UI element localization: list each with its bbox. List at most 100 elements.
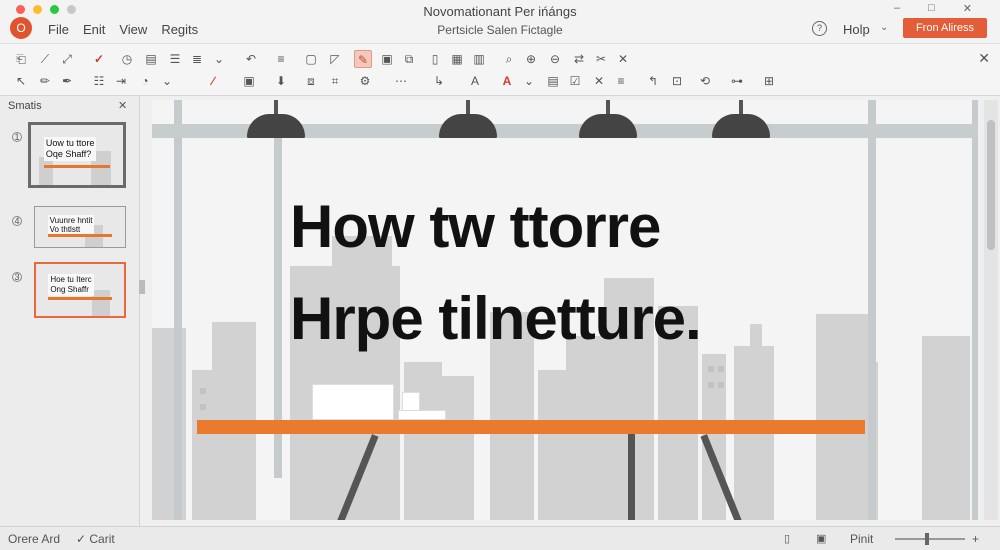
window-title: Novomationant Per ińángs (423, 4, 577, 19)
thumb-building (92, 290, 110, 316)
lamp-stem (606, 100, 610, 114)
post (174, 100, 182, 520)
minimize-button[interactable]: – (894, 2, 900, 15)
dropdown-icon[interactable]: ⌄ (210, 50, 228, 68)
list-check-icon[interactable]: ☑ (566, 72, 584, 90)
new-slide-icon[interactable]: ▢ (302, 50, 320, 68)
shapes-icon[interactable]: ◔ (136, 72, 154, 90)
maximize-button[interactable]: □ (928, 2, 935, 15)
crop-icon[interactable]: ⌗ (326, 72, 344, 90)
present-icon[interactable]: ⊞ (760, 72, 778, 90)
menu-view[interactable]: View (119, 22, 147, 37)
font-icon[interactable]: A (466, 72, 484, 90)
zoom-slider-knob[interactable] (925, 533, 929, 545)
zoom-in-icon[interactable]: + (972, 532, 979, 546)
list-icon[interactable]: ☰ (166, 50, 184, 68)
slide-canvas[interactable]: How tw ttorre Hrpe tilnetture. (152, 100, 978, 520)
slide-title-line-1[interactable]: How tw ttorre (290, 192, 661, 261)
bullets-icon[interactable]: ☷ (90, 72, 108, 90)
slide-layout-icon[interactable]: ⊡ (668, 72, 686, 90)
shapes-dropdown-icon[interactable]: ⌄ (158, 72, 176, 90)
draw-pen-icon[interactable]: ✎ (354, 50, 372, 68)
minimize-dot[interactable] (33, 5, 42, 14)
menu-edit[interactable]: Enit (83, 22, 105, 37)
text-color-dropdown-icon[interactable]: ⌄ (520, 72, 538, 90)
thumb-text: Uow tu ttore Oqe Shaff? (43, 137, 97, 161)
font-color-icon[interactable]: ∕ (204, 72, 222, 90)
building (922, 336, 970, 520)
close-button[interactable]: ✕ (963, 2, 972, 15)
panel-close-icon[interactable]: ✕ (118, 99, 127, 112)
columns-icon[interactable]: ▤ (544, 72, 562, 90)
arrange-icon[interactable]: ⧉ (400, 50, 418, 68)
text-color-icon[interactable]: A (498, 72, 516, 90)
paste-icon[interactable]: ⎗ (12, 50, 30, 68)
animation-icon[interactable]: ⟲ (696, 72, 714, 90)
shape-icon[interactable]: ◸ (326, 50, 344, 68)
pen-icon[interactable]: ⟋ (36, 50, 54, 68)
help-icon[interactable]: ? (812, 21, 827, 36)
indent-icon[interactable]: ⇥ (112, 72, 130, 90)
transition-icon[interactable]: ⊶ (728, 72, 746, 90)
close-dot[interactable] (16, 5, 25, 14)
search-icon[interactable]: ⌕ (500, 50, 518, 68)
page-icon[interactable]: ▯ (426, 50, 444, 68)
cut-icon[interactable]: ✂ (592, 50, 610, 68)
justify-icon[interactable]: ≡ (612, 72, 630, 90)
share-button[interactable]: Fron Aliress (903, 18, 987, 38)
desk-leg (628, 434, 635, 520)
table-icon[interactable]: ▦ (448, 50, 466, 68)
clock-icon[interactable]: ◷ (118, 50, 136, 68)
zoom-slider[interactable] (895, 538, 965, 540)
format-icon[interactable]: ▣ (378, 50, 396, 68)
window-dots (16, 5, 76, 14)
slide-thumbnail-3[interactable]: Hoe tu Iterc Ong Shaffr (34, 262, 126, 318)
help-menu[interactable]: Holp (843, 22, 870, 37)
brush-icon[interactable]: ⤢ (58, 50, 76, 68)
vertical-scrollbar[interactable] (984, 100, 998, 520)
scrollbar-thumb[interactable] (987, 120, 995, 250)
status-bar: Orere Ard ✓ Carit ▯ ▣ Pinit + (0, 526, 1000, 550)
highlight-icon[interactable]: ✒ (58, 72, 76, 90)
undo-icon[interactable]: ↶ (242, 50, 260, 68)
slide-title-line-2[interactable]: Hrpe tilnetture. (290, 284, 702, 353)
accessibility-check[interactable]: ✓ Carit (76, 532, 115, 546)
layout-icon[interactable]: ▤ (142, 50, 160, 68)
document-title: Pertsicle Salen Fictagle (437, 23, 563, 37)
image-icon[interactable]: ▣ (240, 72, 258, 90)
extra-dot[interactable] (67, 5, 76, 14)
slide-thumbnail-2[interactable]: Vuunre hntit Vo thtlstt (34, 206, 126, 248)
close-ribbon-icon[interactable]: ✕ (978, 50, 990, 67)
pencil-icon[interactable]: ✏ (36, 72, 54, 90)
more-icon[interactable]: ⋯ (392, 72, 410, 90)
notes-icon[interactable]: ▯ (784, 532, 790, 545)
arrow-icon[interactable]: ↖ (12, 72, 30, 90)
chart-icon[interactable]: ▥ (470, 50, 488, 68)
pendant-lamp (247, 114, 305, 138)
app-logo-icon[interactable]: O (10, 17, 32, 39)
view-icon[interactable]: ▣ (816, 532, 826, 545)
zoom-in-icon[interactable]: ⊕ (522, 50, 540, 68)
menu-regits[interactable]: Regits (161, 22, 198, 37)
download-icon[interactable]: ⬇ (272, 72, 290, 90)
window (200, 404, 206, 410)
clear-format-icon[interactable]: ✕ (590, 72, 608, 90)
chevron-down-icon[interactable]: ⌄ (880, 22, 888, 33)
delete-icon[interactable]: ✕ (614, 50, 632, 68)
slide-thumbnail-1[interactable]: Uow tu ttore Oqe Shaff? (28, 122, 126, 188)
link-icon[interactable]: ↳ (430, 72, 448, 90)
spellcheck-icon[interactable]: ✓ (90, 50, 108, 68)
replace-icon[interactable]: ⇄ (570, 50, 588, 68)
menu-file[interactable]: File (48, 22, 69, 37)
print-label[interactable]: Pinit (850, 532, 873, 546)
rotate-icon[interactable]: ↰ (644, 72, 662, 90)
zoom-dot[interactable] (50, 5, 59, 14)
group-icon[interactable]: ⧈ (302, 72, 320, 90)
panel-resize-handle[interactable] (139, 280, 145, 294)
zoom-out-icon[interactable]: ⊖ (546, 50, 564, 68)
text-align-icon[interactable]: ≡ (272, 50, 290, 68)
thumb-text: Vuunre hntit Vo thtlstt (47, 215, 95, 235)
thumb-text: Hoe tu Iterc Ong Shaffr (48, 274, 94, 297)
effects-icon[interactable]: ⚙ (356, 72, 374, 90)
align-icon[interactable]: ≣ (188, 50, 206, 68)
